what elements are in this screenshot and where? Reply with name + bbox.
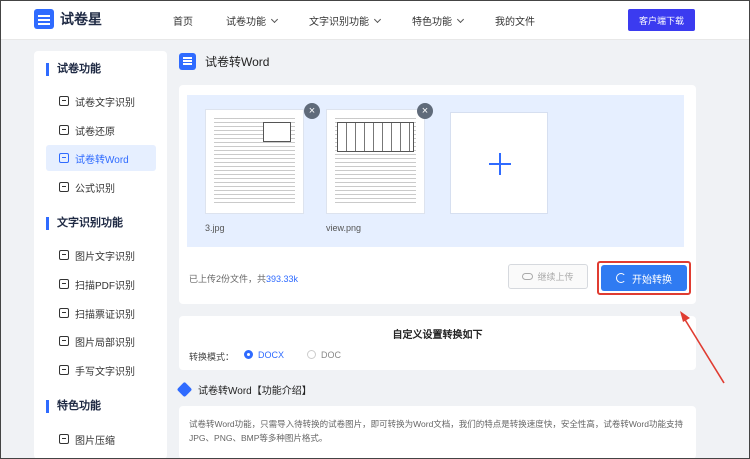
compress-icon <box>59 434 69 444</box>
file-name: view.png <box>326 223 362 233</box>
sidebar-item-scan-pdf[interactable]: 扫描PDF识别 <box>46 271 156 297</box>
nav-label: 特色功能 <box>412 17 452 28</box>
intro-heading-row: 试卷转Word【功能介绍】 <box>176 381 312 398</box>
sidebar-item-label: 扫描票证识别 <box>75 309 135 321</box>
continue-upload-button[interactable]: 继续上传 <box>508 264 588 289</box>
top-header: 试卷星 首页 试卷功能 文字识别功能 特色功能 我的文件 客户端下载 <box>0 0 750 40</box>
upload-drop-area[interactable]: × 3.jpg × view.png <box>187 95 684 247</box>
pen-icon <box>59 365 69 375</box>
radio-doc[interactable] <box>307 350 316 359</box>
chevron-down-icon <box>270 15 279 23</box>
nav-label: 文字识别功能 <box>309 17 369 28</box>
chevron-down-icon <box>456 15 465 23</box>
nav-ocr-functions[interactable]: 文字识别功能 <box>309 13 382 28</box>
sidebar-group-title: 特色功能 <box>46 400 101 413</box>
sidebar-item-label: 图片局部识别 <box>75 337 135 349</box>
pdf-icon <box>59 279 69 289</box>
logo-icon <box>34 9 54 29</box>
mode-label: 转换模式： <box>189 352 235 362</box>
page-title-row: 试卷转Word <box>179 53 269 70</box>
word-icon <box>59 153 69 163</box>
cloud-upload-icon <box>522 273 534 280</box>
sidebar-item-label: 试卷还原 <box>75 126 115 138</box>
plus-icon <box>499 153 501 175</box>
refresh-icon <box>616 273 626 283</box>
client-download-button[interactable]: 客户端下载 <box>628 9 695 31</box>
sidebar-item-image-ocr[interactable]: 图片文字识别 <box>46 242 156 268</box>
nav-my-files[interactable]: 我的文件 <box>495 13 535 28</box>
sidebar-item-label: 公式识别 <box>75 183 115 195</box>
file-thumbnail[interactable] <box>326 109 425 214</box>
sidebar: 试卷功能 试卷文字识别 试卷还原 试卷转Word 公式识别 文字识别功能 图片文… <box>34 51 167 459</box>
add-file-button[interactable] <box>450 112 548 214</box>
radio-docx-label[interactable]: DOCX <box>258 350 284 360</box>
main-nav: 首页 试卷功能 文字识别功能 特色功能 我的文件 <box>173 13 535 28</box>
nav-featured[interactable]: 特色功能 <box>412 13 465 28</box>
nav-exam-functions[interactable]: 试卷功能 <box>226 13 279 28</box>
sidebar-item-handwriting[interactable]: 手写文字识别 <box>46 357 156 383</box>
document-icon <box>59 96 69 106</box>
intro-text: 试卷转Word功能，只需导入待转换的试卷图片，即可转换为Word文档，我们的特点… <box>189 419 683 443</box>
file-thumbnail[interactable] <box>205 109 304 214</box>
settings-title: 自定义设置转换如下 <box>392 330 483 341</box>
score-table-preview <box>337 122 414 152</box>
sidebar-item-label: 扫描PDF识别 <box>75 280 135 292</box>
page-title: 试卷转Word <box>205 55 270 69</box>
sidebar-item-label: 试卷转Word <box>75 154 129 166</box>
nav-home[interactable]: 首页 <box>173 13 193 28</box>
sidebar-item-exam-ocr[interactable]: 试卷文字识别 <box>46 88 156 114</box>
sidebar-item-label: 图片压缩 <box>75 435 115 447</box>
sidebar-item-label: 手写文字识别 <box>75 366 135 378</box>
remove-file-button[interactable]: × <box>304 103 320 119</box>
logo-text: 试卷星 <box>60 11 102 27</box>
start-convert-button[interactable]: 开始转换 <box>601 265 687 291</box>
intro-card: 试卷转Word功能，只需导入待转换的试卷图片，即可转换为Word文档，我们的特点… <box>179 406 696 459</box>
sidebar-group-title: 试卷功能 <box>46 63 101 76</box>
upload-summary: 已上传2份文件，共393.33k <box>189 272 298 285</box>
sidebar-item-exam-to-word[interactable]: 试卷转Word <box>46 145 156 171</box>
upload-summary-text: 已上传2份文件，共 <box>189 274 267 284</box>
radio-docx[interactable] <box>244 350 253 359</box>
nav-label: 我的文件 <box>495 17 535 28</box>
sidebar-item-image-compress[interactable]: 图片压缩 <box>46 426 156 452</box>
image-icon <box>59 250 69 260</box>
formula-icon <box>59 182 69 192</box>
nav-label: 首页 <box>173 17 193 28</box>
sidebar-item-label: 图片文字识别 <box>75 251 135 263</box>
sidebar-item-formula[interactable]: 公式识别 <box>46 174 156 200</box>
word-doc-icon <box>179 53 196 70</box>
chevron-down-icon <box>373 15 382 23</box>
sidebar-group-title: 文字识别功能 <box>46 217 123 230</box>
cube-icon <box>176 381 193 398</box>
upload-size: 393.33k <box>266 274 299 284</box>
file-name: 3.jpg <box>205 223 225 233</box>
continue-upload-label: 继续上传 <box>537 272 574 282</box>
radio-doc-label[interactable]: DOC <box>321 350 341 360</box>
intro-title: 试卷转Word【功能介绍】 <box>198 386 312 397</box>
restore-icon <box>59 125 69 135</box>
remove-file-button[interactable]: × <box>417 103 433 119</box>
settings-card: 自定义设置转换如下 转换模式： DOCX DOC <box>179 316 696 370</box>
scan-icon <box>59 308 69 318</box>
sidebar-item-partial-ocr[interactable]: 图片局部识别 <box>46 328 156 354</box>
geometry-figure-preview <box>263 122 291 142</box>
logo[interactable]: 试卷星 <box>34 9 102 29</box>
sidebar-item-label: 试卷文字识别 <box>75 97 135 109</box>
crop-icon <box>59 336 69 346</box>
nav-label: 试卷功能 <box>226 17 266 28</box>
start-convert-label: 开始转换 <box>632 274 672 286</box>
sidebar-item-scan-ticket[interactable]: 扫描票证识别 <box>46 300 156 326</box>
sidebar-item-exam-restore[interactable]: 试卷还原 <box>46 117 156 143</box>
